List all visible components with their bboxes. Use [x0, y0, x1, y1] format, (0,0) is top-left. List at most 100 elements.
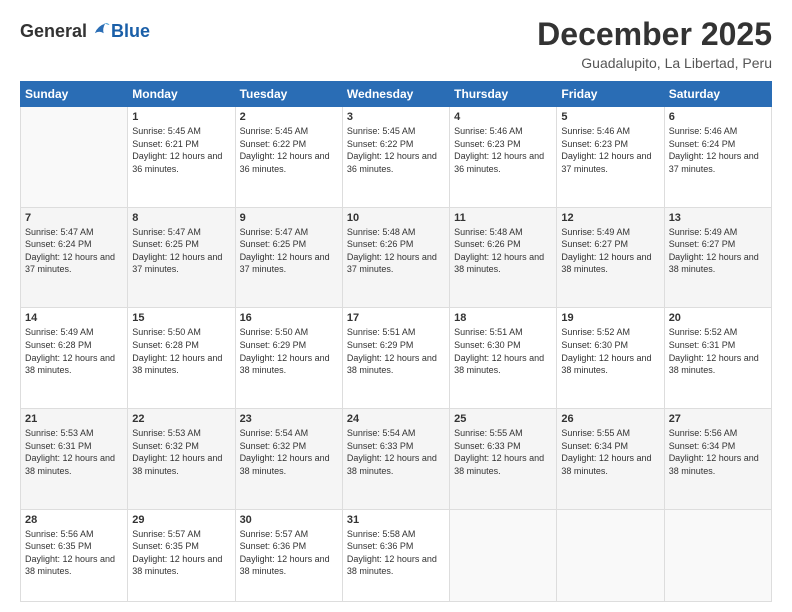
day-info: Sunrise: 5:54 AMSunset: 6:32 PMDaylight:…: [240, 427, 338, 477]
table-row: 21 Sunrise: 5:53 AMSunset: 6:31 PMDayligh…: [21, 408, 128, 509]
day-number: 30: [240, 514, 338, 526]
table-row: 10Sunrise: 5:48 AMSunset: 6:26 PMDayligh…: [342, 207, 449, 308]
day-number: 25: [454, 413, 552, 425]
day-number: 24: [347, 413, 445, 425]
day-info: Sunrise: 5:46 AMSunset: 6:24 PMDaylight:…: [669, 125, 767, 175]
day-info: Sunrise: 5:55 AMSunset: 6:34 PMDaylight:…: [561, 427, 659, 477]
day-number: 2: [240, 111, 338, 123]
col-monday: Monday: [128, 82, 235, 107]
day-number: 4: [454, 111, 552, 123]
day-info: Sunrise: 5:45 AMSunset: 6:22 PMDaylight:…: [240, 125, 338, 175]
table-row: 6 Sunrise: 5:46 AMSunset: 6:24 PMDaylight…: [664, 107, 771, 208]
page: General Blue December 2025 Guadalupito, …: [0, 0, 792, 612]
table-row: 22Sunrise: 5:53 AMSunset: 6:32 PMDayligh…: [128, 408, 235, 509]
table-row: 3 Sunrise: 5:45 AMSunset: 6:22 PMDaylight…: [342, 107, 449, 208]
table-row: 25 Sunrise: 5:55 AMSunset: 6:33 PMDayligh…: [450, 408, 557, 509]
table-row: 12 Sunrise: 5:49 AMSunset: 6:27 PMDayligh…: [557, 207, 664, 308]
day-number: 1: [132, 111, 230, 123]
day-info: Sunrise: 5:57 AMSunset: 6:36 PMDaylight:…: [240, 528, 338, 578]
day-number: 5: [561, 111, 659, 123]
table-row: 30 Sunrise: 5:57 AMSunset: 6:36 PMDayligh…: [235, 509, 342, 601]
day-info: Sunrise: 5:54 AMSunset: 6:33 PMDaylight:…: [347, 427, 445, 477]
col-sunday: Sunday: [21, 82, 128, 107]
day-info: Sunrise: 5:57 AMSunset: 6:35 PMDaylight:…: [132, 528, 230, 578]
table-row: 19 Sunrise: 5:52 AMSunset: 6:30 PMDayligh…: [557, 308, 664, 409]
day-info: Sunrise: 5:49 AMSunset: 6:28 PMDaylight:…: [25, 326, 123, 376]
day-info: Sunrise: 5:47 AMSunset: 6:25 PMDaylight:…: [240, 226, 338, 276]
table-row: 7Sunrise: 5:47 AMSunset: 6:24 PMDaylight…: [21, 207, 128, 308]
day-info: Sunrise: 5:51 AMSunset: 6:30 PMDaylight:…: [454, 326, 552, 376]
logo-text: General Blue: [20, 20, 150, 42]
table-row: [664, 509, 771, 601]
day-number: 11: [454, 212, 552, 224]
day-info: Sunrise: 5:47 AMSunset: 6:25 PMDaylight:…: [132, 226, 230, 276]
table-row: [450, 509, 557, 601]
day-info: Sunrise: 5:50 AMSunset: 6:28 PMDaylight:…: [132, 326, 230, 376]
day-info: Sunrise: 5:52 AMSunset: 6:30 PMDaylight:…: [561, 326, 659, 376]
table-row: 5 Sunrise: 5:46 AMSunset: 6:23 PMDaylight…: [557, 107, 664, 208]
table-row: 28Sunrise: 5:56 AMSunset: 6:35 PMDayligh…: [21, 509, 128, 601]
day-info: Sunrise: 5:50 AMSunset: 6:29 PMDaylight:…: [240, 326, 338, 376]
day-info: Sunrise: 5:58 AMSunset: 6:36 PMDaylight:…: [347, 528, 445, 578]
day-number: 10: [347, 212, 445, 224]
table-row: 1 Sunrise: 5:45 AMSunset: 6:21 PMDaylight…: [128, 107, 235, 208]
day-number: 20: [669, 312, 767, 324]
day-number: 18: [454, 312, 552, 324]
day-number: 14: [25, 312, 123, 324]
day-info: Sunrise: 5:56 AMSunset: 6:34 PMDaylight:…: [669, 427, 767, 477]
day-info: Sunrise: 5:52 AMSunset: 6:31 PMDaylight:…: [669, 326, 767, 376]
day-number: 8: [132, 212, 230, 224]
day-number: 6: [669, 111, 767, 123]
day-info: Sunrise: 5:46 AMSunset: 6:23 PMDaylight:…: [454, 125, 552, 175]
table-row: 23 Sunrise: 5:54 AMSunset: 6:32 PMDayligh…: [235, 408, 342, 509]
header: General Blue December 2025 Guadalupito, …: [20, 16, 772, 71]
table-row: 15Sunrise: 5:50 AMSunset: 6:28 PMDayligh…: [128, 308, 235, 409]
day-number: 21: [25, 413, 123, 425]
table-row: 29 Sunrise: 5:57 AMSunset: 6:35 PMDayligh…: [128, 509, 235, 601]
table-row: 31 Sunrise: 5:58 AMSunset: 6:36 PMDayligh…: [342, 509, 449, 601]
table-row: 14 Sunrise: 5:49 AMSunset: 6:28 PMDayligh…: [21, 308, 128, 409]
day-number: 17: [347, 312, 445, 324]
table-row: 18 Sunrise: 5:51 AMSunset: 6:30 PMDayligh…: [450, 308, 557, 409]
table-row: [557, 509, 664, 601]
table-row: 8 Sunrise: 5:47 AMSunset: 6:25 PMDaylight…: [128, 207, 235, 308]
subtitle: Guadalupito, La Libertad, Peru: [537, 55, 772, 71]
day-info: Sunrise: 5:45 AMSunset: 6:21 PMDaylight:…: [132, 125, 230, 175]
day-info: Sunrise: 5:56 AMSunset: 6:35 PMDaylight:…: [25, 528, 123, 578]
col-tuesday: Tuesday: [235, 82, 342, 107]
table-row: 4 Sunrise: 5:46 AMSunset: 6:23 PMDaylight…: [450, 107, 557, 208]
day-info: Sunrise: 5:46 AMSunset: 6:23 PMDaylight:…: [561, 125, 659, 175]
col-wednesday: Wednesday: [342, 82, 449, 107]
table-row: [21, 107, 128, 208]
day-number: 13: [669, 212, 767, 224]
day-number: 12: [561, 212, 659, 224]
title-block: December 2025 Guadalupito, La Libertad, …: [537, 16, 772, 71]
day-info: Sunrise: 5:47 AMSunset: 6:24 PMDaylight:…: [25, 226, 123, 276]
table-row: 16 Sunrise: 5:50 AMSunset: 6:29 PMDayligh…: [235, 308, 342, 409]
day-number: 31: [347, 514, 445, 526]
day-info: Sunrise: 5:51 AMSunset: 6:29 PMDaylight:…: [347, 326, 445, 376]
day-number: 22: [132, 413, 230, 425]
day-number: 19: [561, 312, 659, 324]
table-row: 2 Sunrise: 5:45 AMSunset: 6:22 PMDaylight…: [235, 107, 342, 208]
day-info: Sunrise: 5:45 AMSunset: 6:22 PMDaylight:…: [347, 125, 445, 175]
col-thursday: Thursday: [450, 82, 557, 107]
logo-general: General: [20, 21, 87, 42]
table-row: 20 Sunrise: 5:52 AMSunset: 6:31 PMDayligh…: [664, 308, 771, 409]
logo-bird-icon: [89, 20, 111, 42]
table-row: 26 Sunrise: 5:55 AMSunset: 6:34 PMDayligh…: [557, 408, 664, 509]
day-info: Sunrise: 5:53 AMSunset: 6:31 PMDaylight:…: [25, 427, 123, 477]
day-info: Sunrise: 5:49 AMSunset: 6:27 PMDaylight:…: [561, 226, 659, 276]
table-row: 11Sunrise: 5:48 AMSunset: 6:26 PMDayligh…: [450, 207, 557, 308]
logo-blue: Blue: [111, 21, 150, 42]
table-row: 9Sunrise: 5:47 AMSunset: 6:25 PMDaylight…: [235, 207, 342, 308]
day-info: Sunrise: 5:55 AMSunset: 6:33 PMDaylight:…: [454, 427, 552, 477]
day-number: 23: [240, 413, 338, 425]
day-number: 29: [132, 514, 230, 526]
month-title: December 2025: [537, 16, 772, 53]
day-number: 16: [240, 312, 338, 324]
day-number: 3: [347, 111, 445, 123]
table-row: 17 Sunrise: 5:51 AMSunset: 6:29 PMDayligh…: [342, 308, 449, 409]
table-row: 24 Sunrise: 5:54 AMSunset: 6:33 PMDayligh…: [342, 408, 449, 509]
day-number: 26: [561, 413, 659, 425]
